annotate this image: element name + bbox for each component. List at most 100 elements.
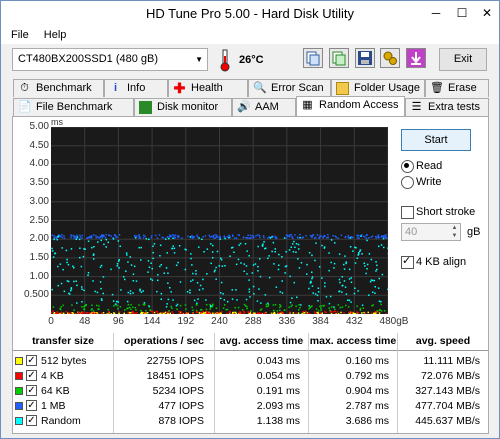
data-point <box>197 298 199 300</box>
data-point <box>253 293 255 295</box>
data-point <box>248 255 250 257</box>
chart-area: ms 5.00 4.50 4.00 3.50 3.00 2.50 2.00 1.50 1.00 0… <box>13 117 408 330</box>
tab-random-access[interactable]: ▦ Random Access <box>296 96 405 116</box>
data-point <box>234 306 236 309</box>
data-point <box>370 236 373 238</box>
data-point <box>81 234 84 237</box>
data-point <box>343 280 346 282</box>
data-point <box>238 234 240 237</box>
series-checkbox[interactable]: ✓ <box>26 415 37 426</box>
data-point <box>271 313 273 314</box>
file-icon: 📄 <box>18 101 32 113</box>
data-point <box>159 265 161 268</box>
data-point <box>360 235 362 237</box>
tab-extra-tests[interactable]: ☰ Extra tests <box>405 98 489 116</box>
minimize-icon[interactable]: ─ <box>424 1 448 26</box>
data-point <box>216 313 219 314</box>
data-point <box>320 309 323 311</box>
data-point <box>151 267 153 270</box>
data-point <box>263 236 265 239</box>
data-point <box>284 265 287 268</box>
data-point <box>53 235 55 237</box>
series-checkbox[interactable]: ✓ <box>26 355 37 366</box>
health-cross-icon: ✚ <box>173 80 186 96</box>
short-stroke-checkbox[interactable]: Short stroke <box>401 205 475 219</box>
data-point <box>312 292 314 294</box>
data-point <box>56 236 59 238</box>
data-point <box>136 312 138 314</box>
series-name: 4 KB <box>41 370 64 382</box>
data-point <box>167 282 169 284</box>
menu-help[interactable]: Help <box>38 26 73 44</box>
data-point <box>325 311 327 314</box>
data-point <box>242 236 245 238</box>
data-point <box>173 247 176 250</box>
data-point <box>285 251 287 253</box>
series-checkbox[interactable]: ✓ <box>26 385 37 396</box>
menu-file[interactable]: File <box>5 26 35 44</box>
data-point <box>317 310 320 312</box>
data-point <box>110 235 112 237</box>
data-point <box>67 263 70 266</box>
tab-error-scan[interactable]: 🔍 Error Scan <box>248 79 331 97</box>
table-row: ✓ Random 878 IOPS 1.138 ms 3.686 ms 445.637 M… <box>13 414 488 428</box>
align-4kb-checkbox[interactable]: 4 KB align <box>401 254 466 269</box>
data-point <box>116 265 118 267</box>
tab-health[interactable]: ✚ Health <box>168 79 248 97</box>
data-point <box>288 249 291 251</box>
data-point <box>166 252 168 254</box>
tab-aam[interactable]: 🔊 AAM <box>232 98 296 116</box>
write-radio[interactable]: Write <box>401 175 441 189</box>
tab-folder-usage[interactable]: Folder Usage <box>331 79 425 97</box>
data-point <box>239 242 242 245</box>
tab-benchmark[interactable]: ⏱ Benchmark <box>13 79 104 97</box>
data-point <box>75 280 77 282</box>
data-point <box>172 312 174 314</box>
tab-erase[interactable]: 🗑 Erase <box>425 79 489 97</box>
y-tick-label: 3.50 <box>29 177 49 189</box>
data-point <box>332 311 334 313</box>
data-point <box>216 250 219 253</box>
save-button[interactable] <box>355 48 375 68</box>
options-button[interactable] <box>380 48 400 68</box>
data-point <box>222 307 225 309</box>
x-tick-label: 192 <box>177 316 195 327</box>
data-point <box>379 309 381 311</box>
tab-label: Disk monitor <box>157 101 219 113</box>
read-radio[interactable]: Read <box>401 159 442 173</box>
col-avg-access: avg. access time <box>219 335 304 347</box>
data-point <box>318 237 320 239</box>
data-point <box>205 299 207 301</box>
exit-button[interactable]: Exit <box>439 48 487 71</box>
tab-file-benchmark[interactable]: 📄 File Benchmark <box>13 98 134 116</box>
series-checkbox[interactable]: ✓ <box>26 400 37 411</box>
series-checkbox[interactable]: ✓ <box>26 370 37 381</box>
data-point <box>274 235 276 238</box>
data-point <box>225 309 227 311</box>
data-point <box>354 246 356 249</box>
copy-graph-button[interactable] <box>329 48 349 68</box>
spinner-arrows-icon[interactable]: ▲ ▼ <box>449 224 460 240</box>
avg-access-value: 2.093 ms <box>256 400 300 412</box>
data-point <box>130 264 133 266</box>
copy-info-button[interactable] <box>303 48 323 68</box>
start-button[interactable]: Start <box>401 129 471 151</box>
data-point <box>344 236 346 239</box>
data-point <box>186 291 189 293</box>
data-point <box>377 287 380 289</box>
data-point <box>70 236 72 239</box>
data-point <box>321 244 323 247</box>
data-point <box>92 280 94 282</box>
data-point <box>139 289 141 292</box>
screenshot-button[interactable] <box>406 48 426 68</box>
tab-info[interactable]: i Info <box>104 79 168 97</box>
drive-select[interactable]: CT480BX200SSD1 (480 gB) ▼ <box>12 48 208 71</box>
stroke-size-input[interactable]: 40 ▲ ▼ <box>401 223 461 241</box>
data-point <box>167 298 170 301</box>
ops-value: 5234 IOPS <box>152 385 204 397</box>
close-icon[interactable]: ✕ <box>475 1 499 26</box>
tab-disk-monitor[interactable]: Disk monitor <box>134 98 232 116</box>
maximize-icon[interactable]: ☐ <box>450 1 474 26</box>
data-point <box>81 301 83 303</box>
data-point <box>211 251 214 253</box>
